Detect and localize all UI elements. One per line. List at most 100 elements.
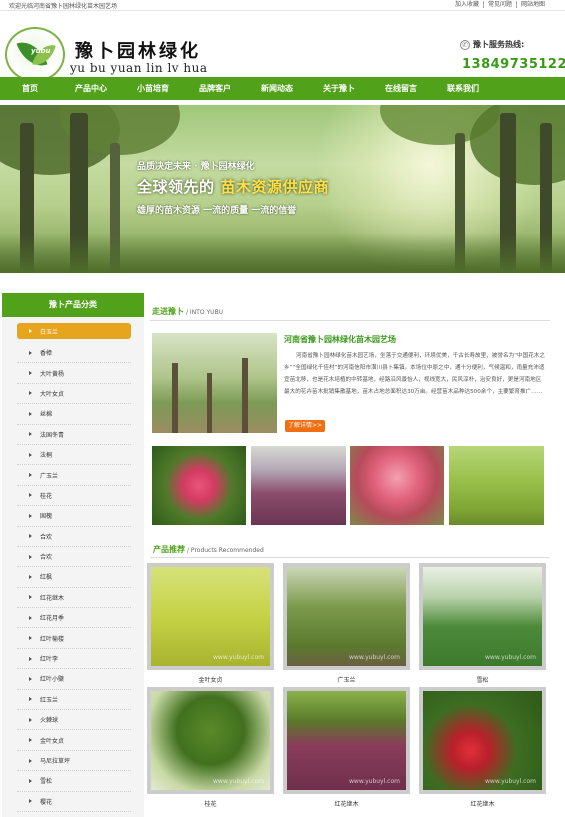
category-item[interactable]: 香樟 (17, 343, 131, 364)
about-photo (152, 333, 277, 433)
category-item[interactable]: 法国冬青 (17, 425, 131, 445)
top-bar: 欢迎光临河南省豫卜园林绿化苗木园艺场 加入收藏 常见问题 网站地图 (0, 0, 565, 11)
product-card[interactable]: www.yubuyl.com (283, 687, 410, 794)
redleaf-field-photo[interactable] (251, 446, 346, 525)
arrow-right-icon (29, 493, 32, 498)
category-item[interactable]: 红叶李 (17, 649, 131, 670)
product-category-sidebar: 豫卜产品分类 白玉兰 香樟 大叶黄杨 大叶女贞 丝棉 法国冬青 法桐 广玉兰 桂花 国槐 合欢 合欢红… (2, 293, 144, 817)
about-description: 河南省豫卜园林绿化苗木园艺场，坐落于交通便利，环境优美，千古长寿故里，被誉名为“… (284, 353, 546, 395)
product-name[interactable]: 广玉兰 (283, 675, 410, 684)
category-label: 火棘球 (40, 717, 59, 725)
arrow-right-icon (29, 554, 32, 559)
faq-link[interactable]: 常见问题 (484, 1, 517, 8)
sidebar-title: 豫卜产品分类 (2, 293, 144, 317)
category-label: 马尼拉草坪 (40, 758, 71, 765)
arrow-right-icon (29, 574, 32, 579)
site-title: 豫卜园林绿化 (75, 41, 201, 62)
sitemap-link[interactable]: 网站地图 (517, 1, 549, 8)
shrub-field-photo[interactable] (449, 446, 544, 525)
category-item[interactable]: 樱花 (17, 792, 131, 812)
logo[interactable]: yubu (5, 27, 65, 82)
category-item[interactable]: 桂花 (17, 486, 131, 507)
products-section-title: 产品推荐 / Products Recommended (153, 545, 264, 554)
nav-seedlings[interactable]: 小苗培育 (122, 77, 184, 100)
category-label: 法国冬青 (40, 431, 65, 439)
category-item[interactable]: 红玉兰 (17, 690, 131, 711)
more-details-button[interactable]: 了解详情>> (285, 420, 325, 432)
product-name[interactable]: 桂花 (147, 799, 274, 808)
arrow-right-icon (29, 636, 32, 641)
category-label: 红枫 (40, 574, 53, 582)
banner-headline: 全球领先的 苗木资源供应商 (137, 178, 330, 196)
category-item[interactable]: 红花继木 (17, 588, 131, 609)
category-label: 大叶黄杨 (40, 370, 65, 378)
category-item[interactable]: 马尼拉草坪 (17, 751, 131, 772)
arrow-right-icon (29, 615, 32, 620)
category-item[interactable]: 广玉兰 (17, 465, 131, 486)
arrow-right-icon (29, 717, 32, 722)
nav-products[interactable]: 产品中心 (60, 77, 122, 100)
top-links: 加入收藏 常见问题 网站地图 (451, 1, 549, 8)
main-nav: 首页 产品中心 小苗培育 品牌客户 新闻动态 关于豫卜 在线留言 联系我们 (0, 77, 565, 100)
peony-photo[interactable] (152, 446, 246, 525)
arrow-right-icon (29, 350, 32, 355)
category-item[interactable]: 红枫 (17, 567, 131, 588)
arrow-right-icon (29, 595, 32, 600)
category-label: 红花继木 (40, 594, 65, 602)
product-name[interactable]: 金叶女贞 (147, 675, 274, 684)
about-company-name[interactable]: 河南省豫卜园林绿化苗木园艺场 (284, 334, 396, 345)
category-label: 红叶李 (40, 656, 59, 664)
arrow-right-icon (29, 656, 32, 661)
category-label: 金叶女贞 (40, 737, 65, 745)
add-favorite-link[interactable]: 加入收藏 (451, 1, 484, 8)
category-label: 红玉兰 (40, 696, 59, 704)
product-card[interactable]: www.yubuyl.com (419, 563, 546, 670)
category-label: 广玉兰 (40, 472, 59, 480)
arrow-right-icon (29, 432, 32, 437)
category-item[interactable]: 白玉兰 (17, 323, 131, 339)
nav-clients[interactable]: 品牌客户 (184, 77, 246, 100)
banner-slogan: 品质决定未来 · 豫卜园林绿化 (137, 162, 255, 172)
nav-news[interactable]: 新闻动态 (246, 77, 308, 100)
category-item[interactable]: 红花月季 (17, 608, 131, 629)
hotline: ✆ 豫卜服务热线: (460, 39, 524, 50)
product-name[interactable]: 雪松 (419, 675, 546, 684)
arrow-right-icon (29, 738, 32, 743)
category-item[interactable]: 大叶女贞 (17, 384, 131, 405)
category-label: 法桐 (40, 452, 53, 460)
category-item[interactable]: 雪松 (17, 771, 131, 792)
product-name[interactable]: 红花继木 (283, 799, 410, 808)
nav-about[interactable]: 关于豫卜 (308, 77, 370, 100)
category-item[interactable]: 合欢 (17, 547, 131, 568)
category-item[interactable]: 丝棉 (17, 404, 131, 425)
product-card[interactable]: www.yubuyl.com (147, 687, 274, 794)
product-card[interactable]: www.yubuyl.com (147, 563, 274, 670)
category-label: 雪松 (40, 778, 53, 786)
about-section-title: 走进豫卜 / INTO YUBU (152, 307, 224, 316)
category-label: 红花月季 (40, 615, 65, 623)
product-card[interactable]: www.yubuyl.com (283, 563, 410, 670)
category-item[interactable]: 金叶女贞 (17, 730, 131, 751)
arrow-right-icon (29, 676, 32, 681)
nav-message[interactable]: 在线留言 (370, 77, 432, 100)
nav-contact[interactable]: 联系我们 (432, 77, 494, 100)
arrow-right-icon (29, 473, 32, 478)
blossom-tree-photo[interactable] (350, 446, 444, 525)
phone-icon: ✆ (460, 39, 470, 50)
product-name[interactable]: 红花继木 (419, 799, 546, 808)
category-item[interactable]: 红叶小檗 (17, 669, 131, 690)
category-label: 白玉兰 (40, 328, 59, 336)
category-item[interactable]: 大叶黄杨 (17, 363, 131, 384)
category-item[interactable]: 国槐 (17, 506, 131, 527)
product-card[interactable]: www.yubuyl.com (419, 687, 546, 794)
category-label: 大叶女贞 (40, 390, 65, 398)
nav-home[interactable]: 首页 (0, 77, 60, 100)
category-item[interactable]: 红叶榆楼 (17, 628, 131, 649)
category-label: 红叶小檗 (40, 676, 65, 684)
category-label: 樱花 (40, 798, 53, 806)
category-item[interactable]: 法桐 (17, 445, 131, 466)
arrow-right-icon (29, 329, 32, 333)
category-item[interactable]: 合欢 (17, 527, 131, 547)
logo-badge: yubu (31, 47, 51, 55)
category-item[interactable]: 火棘球 (17, 710, 131, 731)
